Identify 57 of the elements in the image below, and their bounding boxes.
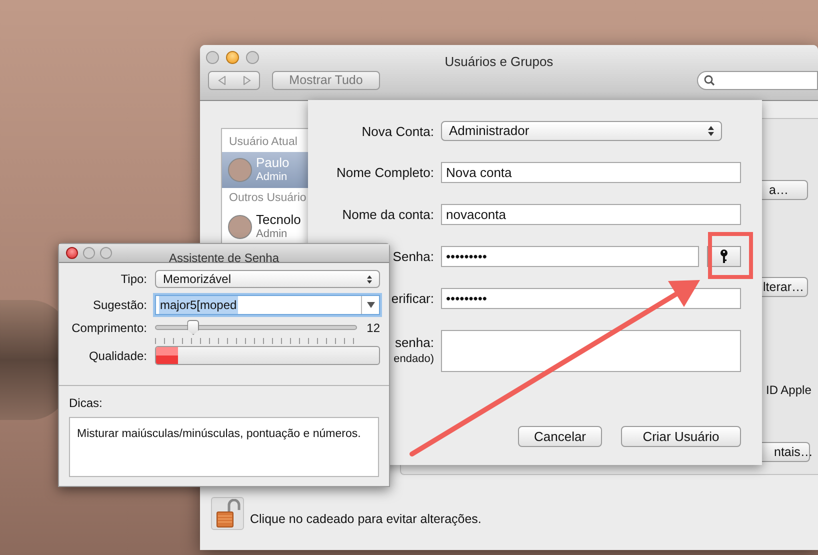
- stepper-arrows-icon: [708, 126, 714, 136]
- suggestion-combobox[interactable]: major5[moped: [155, 295, 380, 315]
- account-type-popup[interactable]: Administrador: [441, 121, 722, 141]
- user-role: Admin: [256, 170, 288, 184]
- password-field[interactable]: •••••••••: [441, 246, 699, 267]
- section-header: Usuário Atual: [229, 136, 298, 148]
- checkbox-label: ID Apple: [766, 382, 812, 399]
- back-arrow-icon: [218, 76, 226, 85]
- window-title: Usuários e Grupos: [444, 54, 554, 69]
- tips-label: Dicas:: [69, 395, 102, 412]
- change-button[interactable]: lterar…: [762, 277, 808, 297]
- show-all-button[interactable]: Mostrar Tudo: [272, 71, 380, 90]
- minimize-button[interactable]: [226, 51, 239, 64]
- parental-controls-button[interactable]: ntais…: [762, 442, 810, 462]
- key-icon: [720, 249, 728, 264]
- user-role: Admin: [256, 226, 288, 240]
- text-field[interactable]: •••••••••: [441, 288, 741, 309]
- change-password-button[interactable]: a…: [762, 180, 808, 200]
- close-button[interactable]: [66, 247, 78, 259]
- search-field[interactable]: [697, 71, 818, 90]
- length-slider[interactable]: [155, 320, 357, 336]
- window-title: Assistente de Senha: [168, 251, 280, 265]
- highlight-box: [708, 232, 753, 279]
- avatar-icon: [228, 158, 252, 182]
- dialog-button[interactable]: Cancelar: [518, 426, 602, 447]
- section-header: Outros Usuário: [229, 192, 306, 204]
- text-field[interactable]: novaconta: [441, 204, 741, 225]
- zoom-button[interactable]: [100, 247, 112, 259]
- field-label: Sugestão:: [92, 298, 147, 312]
- field-label: Senha:: [392, 249, 434, 264]
- tips-text: Misturar maiúsculas/minúsculas, pontuação e números.: [77, 428, 361, 440]
- avatar-icon: [228, 214, 252, 238]
- padlock-icon[interactable]: [211, 497, 244, 530]
- zoom-button[interactable]: [246, 51, 259, 64]
- field-label: erificar:: [391, 291, 434, 306]
- user-name: Paulo: [256, 156, 290, 170]
- field-label: Nova Conta:: [362, 124, 434, 138]
- dialog-button[interactable]: Criar Usuário: [621, 426, 741, 447]
- user-name: Tecnolo: [256, 212, 301, 226]
- back-forward-control[interactable]: [208, 71, 260, 90]
- length-value: 12: [366, 320, 380, 337]
- stepper-arrows-icon: [367, 274, 372, 284]
- lock-message: Clique no cadeado para evitar alterações.: [250, 511, 482, 528]
- text-field[interactable]: Nova conta: [441, 162, 741, 183]
- search-icon: [704, 75, 715, 86]
- type-popup[interactable]: Memorizável: [155, 270, 380, 288]
- field-label: Nome da conta:: [342, 207, 434, 222]
- field-label: Qualidade:: [88, 348, 147, 362]
- field-label: senha:: [394, 335, 434, 350]
- slider-thumb[interactable]: [187, 320, 200, 335]
- hint-textarea[interactable]: [441, 330, 741, 372]
- forward-arrow-icon: [242, 76, 250, 85]
- minimize-button[interactable]: [83, 247, 95, 259]
- field-label: Tipo:: [120, 272, 147, 286]
- field-label: Nome Completo:: [336, 165, 434, 180]
- field-label: Comprimento:: [72, 321, 147, 335]
- field-sublabel: endado): [394, 352, 434, 367]
